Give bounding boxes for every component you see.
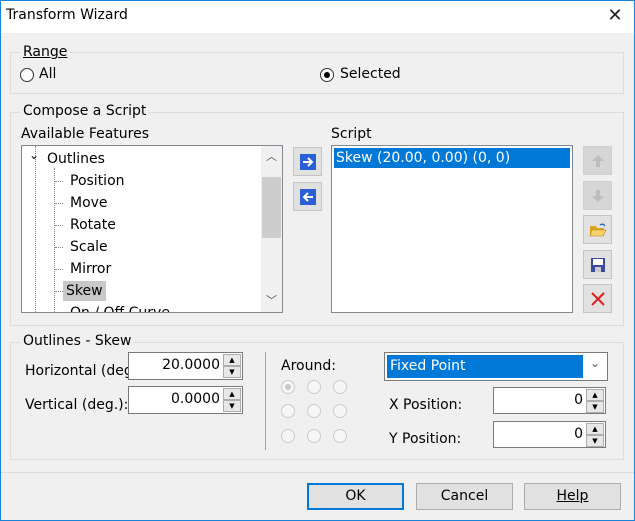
floppy-disk-icon <box>590 257 605 272</box>
tree-item-rotate[interactable]: Rotate <box>67 215 119 235</box>
spin-down-icon[interactable]: ▼ <box>586 435 604 447</box>
cancel-button[interactable]: Cancel <box>416 483 513 510</box>
window-title: Transform Wizard <box>6 7 128 23</box>
tree-item-mirror[interactable]: Mirror <box>67 259 114 279</box>
footer-divider <box>1 472 634 473</box>
spin-down-icon[interactable]: ▼ <box>223 400 241 412</box>
chevron-down-icon[interactable]: ⌄ <box>29 148 39 162</box>
spin-up-icon[interactable]: ▲ <box>586 389 604 401</box>
tree-item-on-off-curve[interactable]: On / Off Curve <box>67 303 173 312</box>
script-label: Script <box>331 126 372 142</box>
arrow-up-icon <box>591 154 604 167</box>
script-list[interactable]: Skew (20.00, 0.00) (0, 0) <box>331 145 573 313</box>
radio-all-label: All <box>39 66 57 82</box>
script-item[interactable]: Skew (20.00, 0.00) (0, 0) <box>334 148 570 168</box>
range-label: Range <box>20 44 71 60</box>
around-dropdown[interactable]: Fixed Point ⌄ <box>384 352 608 381</box>
move-up-button[interactable] <box>583 146 612 175</box>
horizontal-label: Horizontal (deg.): <box>25 363 129 379</box>
tree-item-move[interactable]: Move <box>67 193 111 213</box>
tree-item-outlines[interactable]: Outlines <box>44 149 108 169</box>
compose-label: Compose a Script <box>20 103 150 119</box>
delete-button[interactable] <box>583 284 612 313</box>
scroll-thumb[interactable] <box>262 177 281 238</box>
skew-group-label: Outlines - Skew <box>20 333 135 349</box>
x-position-label: X Position: <box>389 397 463 413</box>
close-icon[interactable]: ✕ <box>596 0 634 32</box>
arrow-right-icon <box>299 153 316 170</box>
anchor-radio[interactable] <box>333 380 347 394</box>
available-features-label: Available Features <box>21 126 150 142</box>
horizontal-input[interactable]: 20.0000 ▲ ▼ <box>128 352 243 380</box>
range-group <box>10 52 624 94</box>
help-button[interactable]: Help <box>524 483 621 510</box>
scroll-down-icon[interactable]: ﹀ <box>266 292 277 308</box>
spin-up-icon[interactable]: ▲ <box>223 388 241 400</box>
x-position-value: 0 <box>574 392 583 408</box>
anchor-radio[interactable] <box>307 404 321 418</box>
scrollbar[interactable]: ︿ ﹀ <box>261 146 282 312</box>
anchor-radio[interactable] <box>307 380 321 394</box>
anchor-radio[interactable] <box>307 429 321 443</box>
features-tree[interactable]: ⌄ Outlines Position Move Rotate Scale Mi… <box>21 145 283 313</box>
tree-item-skew[interactable]: Skew <box>63 281 106 301</box>
add-to-script-button[interactable] <box>293 147 322 176</box>
y-position-input[interactable]: 0 ▲ ▼ <box>493 421 606 448</box>
radio-selected[interactable] <box>320 68 334 82</box>
anchor-radio[interactable] <box>281 380 295 394</box>
around-label: Around: <box>281 358 336 374</box>
vertical-value: 0.0000 <box>171 391 220 407</box>
spin-up-icon[interactable]: ▲ <box>586 423 604 435</box>
y-position-value: 0 <box>574 426 583 442</box>
move-down-button[interactable] <box>583 181 612 210</box>
spin-up-icon[interactable]: ▲ <box>223 354 241 366</box>
scroll-up-icon[interactable]: ︿ <box>266 148 277 164</box>
spin-down-icon[interactable]: ▼ <box>223 366 241 378</box>
chevron-down-icon[interactable]: ⌄ <box>590 356 600 370</box>
spin-down-icon[interactable]: ▼ <box>586 401 604 413</box>
around-selected-value: Fixed Point <box>387 355 583 378</box>
ok-button[interactable]: OK <box>307 483 404 510</box>
radio-selected-label: Selected <box>340 66 401 82</box>
anchor-radio[interactable] <box>333 404 347 418</box>
y-position-label: Y Position: <box>389 431 462 447</box>
remove-from-script-button[interactable] <box>293 182 322 211</box>
arrow-down-icon <box>591 189 604 202</box>
separator <box>265 352 266 450</box>
vertical-label: Vertical (deg.): <box>25 397 129 413</box>
tree-item-scale[interactable]: Scale <box>67 237 111 257</box>
red-x-icon <box>590 291 605 306</box>
anchor-radio[interactable] <box>333 429 347 443</box>
open-script-button[interactable] <box>583 215 612 244</box>
horizontal-value: 20.0000 <box>162 357 220 373</box>
anchor-radio[interactable] <box>281 404 295 418</box>
radio-all[interactable] <box>20 68 34 82</box>
anchor-radio[interactable] <box>281 429 295 443</box>
tree-line <box>35 146 36 312</box>
folder-open-icon <box>589 223 606 236</box>
vertical-input[interactable]: 0.0000 ▲ ▼ <box>128 386 243 414</box>
arrow-left-icon <box>299 188 316 205</box>
x-position-input[interactable]: 0 ▲ ▼ <box>493 387 606 414</box>
save-script-button[interactable] <box>583 250 612 279</box>
tree-item-position[interactable]: Position <box>67 171 128 191</box>
